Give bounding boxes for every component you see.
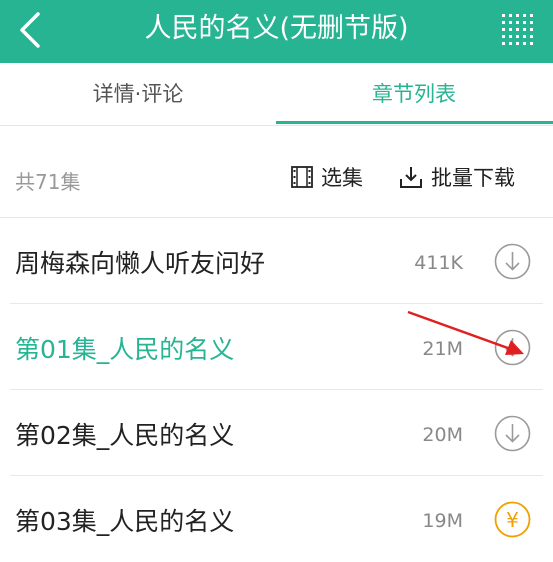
episode-title: 第01集_人民的名义 xyxy=(15,335,235,364)
download-icon[interactable] xyxy=(494,415,531,452)
batch-download-button[interactable]: 批量下载 xyxy=(398,162,515,192)
episode-row[interactable]: 周梅森向懒人听友问好 411K xyxy=(0,218,553,304)
select-episodes-button[interactable]: 选集 xyxy=(290,162,363,192)
episode-size: 20M xyxy=(422,424,463,446)
episode-count: 共71集 xyxy=(15,170,81,194)
film-icon xyxy=(291,166,313,188)
tab-chapter-list[interactable]: 章节列表 xyxy=(276,63,552,125)
tab-bar: 详情·评论 章节列表 xyxy=(0,63,553,126)
episode-title: 第03集_人民的名义 xyxy=(15,507,235,536)
episode-row[interactable]: 第03集_人民的名义 19M ¥ xyxy=(0,476,553,562)
grid-menu-icon[interactable] xyxy=(500,12,540,48)
active-tab-indicator xyxy=(276,121,553,124)
episode-size: 411K xyxy=(414,252,463,274)
download-icon[interactable] xyxy=(494,243,531,280)
download-icon[interactable] xyxy=(494,329,531,366)
episode-title: 第02集_人民的名义 xyxy=(15,421,235,450)
select-episodes-label: 选集 xyxy=(321,166,363,190)
download-tray-icon xyxy=(400,167,422,188)
episode-toolbar: 共71集 选集 批量下载 xyxy=(0,137,553,218)
tab-details-comments[interactable]: 详情·评论 xyxy=(0,63,276,125)
episode-row[interactable]: 第01集_人民的名义 21M xyxy=(0,304,553,390)
svg-text:¥: ¥ xyxy=(506,508,519,532)
batch-download-label: 批量下载 xyxy=(431,166,515,190)
episode-row[interactable]: 第02集_人民的名义 20M xyxy=(0,390,553,476)
episode-title: 周梅森向懒人听友问好 xyxy=(15,249,266,278)
page-title: 人民的名义(无删节版) xyxy=(144,13,409,44)
episode-size: 19M xyxy=(422,510,463,532)
episode-size: 21M xyxy=(422,338,463,360)
yen-price-icon[interactable]: ¥ xyxy=(494,501,531,538)
app-header: 人民的名义(无删节版) xyxy=(0,0,553,63)
